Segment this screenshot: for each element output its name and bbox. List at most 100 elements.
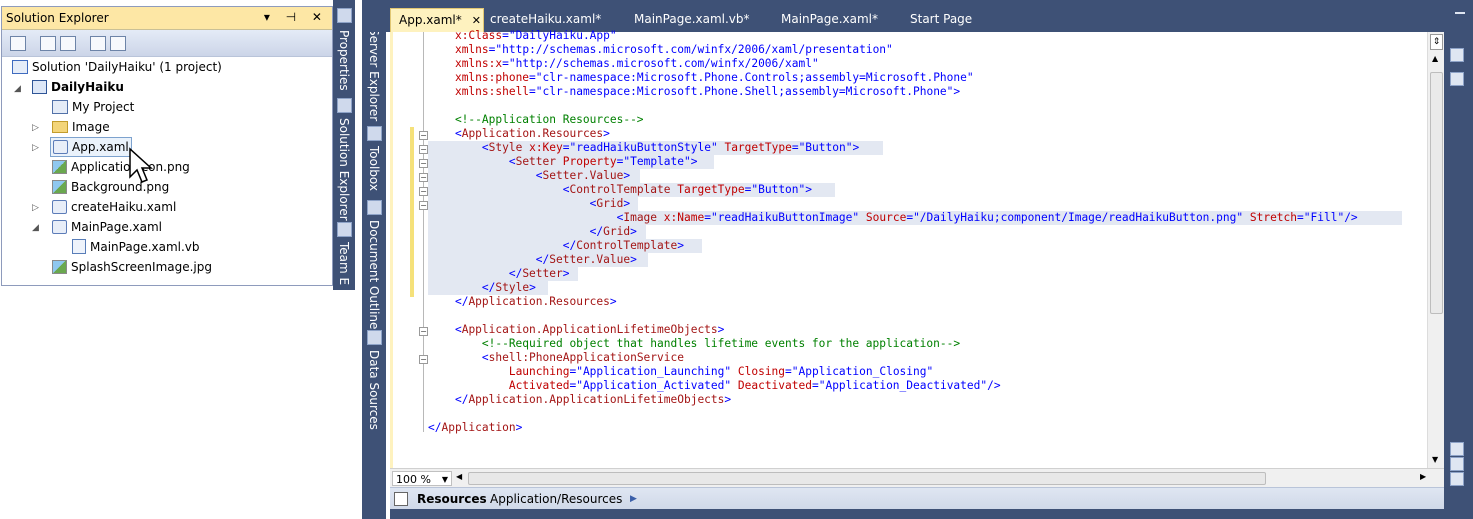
right-tool-strip: [1444, 32, 1473, 519]
tree-item-mainpage-vb[interactable]: MainPage.xaml.vb: [72, 237, 200, 257]
chevron-down-icon: ▼: [441, 475, 448, 484]
tab-document-outline[interactable]: Document Outline: [363, 200, 385, 329]
collapse-icon[interactable]: −: [419, 327, 428, 336]
tab-solution-explorer[interactable]: Solution Explorer: [333, 98, 355, 223]
project-icon: [32, 79, 47, 94]
tab-start-page[interactable]: Start Page: [902, 8, 980, 32]
collapse-icon[interactable]: −: [419, 355, 428, 364]
code-line: </Setter.Value>: [535, 253, 637, 266]
tab-data-sources[interactable]: Data Sources: [363, 330, 385, 430]
left-tool-strip: Properties Solution Explorer Team E: [333, 0, 355, 290]
tree-item-mainpage[interactable]: MainPage.xaml: [52, 217, 162, 237]
tree-item-my-project[interactable]: My Project: [52, 97, 134, 117]
code-line: xmlns:x="http://schemas.microsoft.com/wi…: [454, 57, 819, 70]
zoom-dropdown[interactable]: 100 % ▼: [392, 471, 452, 486]
vb-file-icon: [72, 239, 86, 254]
tree-item-label: Image: [72, 120, 110, 134]
tree-item-image-folder[interactable]: Image: [52, 117, 110, 137]
code-line: <Grid>: [589, 197, 631, 210]
split-icon[interactable]: ⇕: [1430, 34, 1443, 50]
code-line: </ControlTemplate>: [562, 239, 684, 252]
view-icon[interactable]: [1450, 48, 1464, 62]
code-line: <!--Application Resources-->: [428, 113, 644, 126]
tree-item-application-icon[interactable]: ApplicationIcon.png: [52, 157, 190, 177]
tab-toolbox[interactable]: Toolbox: [363, 126, 385, 196]
scroll-left-icon[interactable]: ◀: [456, 472, 462, 481]
vertical-scrollbar[interactable]: ⇕ ▲ ▼: [1427, 32, 1445, 468]
expand-arrow-icon[interactable]: ▷: [32, 143, 39, 153]
collapse-icon[interactable]: −: [419, 201, 428, 210]
code-line: Launching="Application_Launching" Closin…: [508, 365, 934, 378]
horizontal-scroll-bar: 100 % ▼ ◀ ▶: [390, 468, 1444, 488]
close-icon[interactable]: ✕: [472, 14, 481, 27]
page-icon[interactable]: [1450, 72, 1464, 86]
code-line: xmlns:shell="clr-namespace:Microsoft.Pho…: [454, 85, 961, 98]
tab-dropdown-icon[interactable]: [1455, 12, 1465, 24]
document-icon: [394, 492, 408, 506]
data-sources-icon: [367, 330, 382, 345]
split-horizontal-icon[interactable]: [1450, 457, 1464, 471]
horizontal-scroll-thumb[interactable]: [468, 472, 1266, 485]
refresh-icon[interactable]: [60, 36, 76, 51]
code-line: <Application.ApplicationLifetimeObjects>: [454, 323, 725, 336]
breadcrumb-resources[interactable]: Resources: [417, 492, 487, 506]
expand-arrow-icon[interactable]: ▷: [32, 203, 39, 213]
tree-item-label: MainPage.xaml.vb: [90, 240, 200, 254]
code-line: <Style x:Key="readHaikuButtonStyle" Targ…: [481, 141, 860, 154]
tree-item-project[interactable]: DailyHaiku: [32, 77, 124, 97]
code-line: <ControlTemplate TargetType="Button">: [562, 183, 813, 196]
breadcrumb-application-resources[interactable]: Application/Resources: [490, 492, 622, 506]
tab-team-explorer[interactable]: Team E: [333, 222, 355, 285]
tree-item-splash[interactable]: SplashScreenImage.jpg: [52, 257, 212, 277]
scroll-up-icon[interactable]: ▲: [1432, 54, 1438, 63]
collapse-arrow-icon[interactable]: ◢: [14, 84, 21, 94]
document-tab-bar: App.xaml* ✕ createHaiku.xaml* MainPage.xa…: [362, 0, 1473, 32]
solution-explorer-toolbar: [2, 30, 332, 57]
bottom-border: [390, 509, 1444, 519]
vertical-scroll-thumb[interactable]: [1430, 72, 1443, 314]
collapse-icon[interactable]: −: [419, 173, 428, 182]
tree-item-label: My Project: [72, 100, 135, 114]
code-line: x:Class="DailyHaiku.App": [454, 29, 617, 42]
collapse-icon[interactable]: −: [419, 187, 428, 196]
tab-properties[interactable]: Properties: [333, 8, 355, 93]
my-project-icon: [52, 99, 68, 114]
expand-arrow-icon[interactable]: ▷: [32, 123, 39, 133]
chevron-right-icon[interactable]: ▶: [630, 494, 637, 504]
code-line: <shell:PhoneApplicationService: [481, 351, 684, 364]
collapse-icon[interactable]: −: [419, 159, 428, 168]
xaml-file-icon: [53, 139, 68, 154]
tab-mainpage-xaml[interactable]: MainPage.xaml*: [773, 8, 886, 32]
xaml-file-icon: [52, 219, 67, 234]
code-line: </Application.Resources>: [454, 295, 617, 308]
tree-item-app-xaml[interactable]: App.xaml: [50, 137, 132, 157]
middle-tool-strip: Server Explorer Toolbox Document Outline…: [362, 0, 386, 519]
code-line: </Setter>: [508, 267, 570, 280]
mouse-cursor-icon: [129, 147, 153, 183]
collapse-icon[interactable]: −: [419, 145, 428, 154]
scroll-down-icon[interactable]: ▼: [1432, 455, 1438, 464]
tree-item-create-haiku[interactable]: createHaiku.xaml: [52, 197, 176, 217]
view-designer-icon[interactable]: [110, 36, 126, 51]
collapse-arrow-icon[interactable]: ◢: [32, 223, 39, 233]
solution-explorer-panel: Solution Explorer ▾ ⊣ ✕ Solution 'DailyH…: [1, 6, 333, 286]
solution-explorer-titlebar: Solution Explorer ▾ ⊣ ✕: [2, 7, 332, 30]
code-line: xmlns="http://schemas.microsoft.com/winf…: [454, 43, 893, 56]
show-all-files-icon[interactable]: [40, 36, 56, 51]
code-line: </Grid>: [589, 225, 637, 238]
toolbox-icon: [367, 126, 382, 141]
properties-icon: [337, 8, 352, 23]
breadcrumb: Resources Application/Resources ▶: [390, 487, 1444, 510]
panel-window-buttons[interactable]: ▾ ⊣ ✕: [264, 10, 328, 24]
collapse-icon[interactable]: −: [419, 131, 428, 140]
scroll-right-icon[interactable]: ▶: [1420, 472, 1426, 481]
collapse-pane-icon[interactable]: [1450, 472, 1464, 486]
code-line: </Style>: [481, 281, 536, 294]
view-code-icon[interactable]: [90, 36, 106, 51]
image-file-icon: [52, 179, 67, 194]
split-view-icon[interactable]: [1450, 442, 1464, 456]
tab-mainpage-xaml-vb[interactable]: MainPage.xaml.vb*: [626, 8, 758, 32]
properties-icon[interactable]: [10, 36, 26, 51]
tree-item-solution[interactable]: Solution 'DailyHaiku' (1 project): [12, 57, 222, 77]
image-file-icon: [52, 259, 67, 274]
